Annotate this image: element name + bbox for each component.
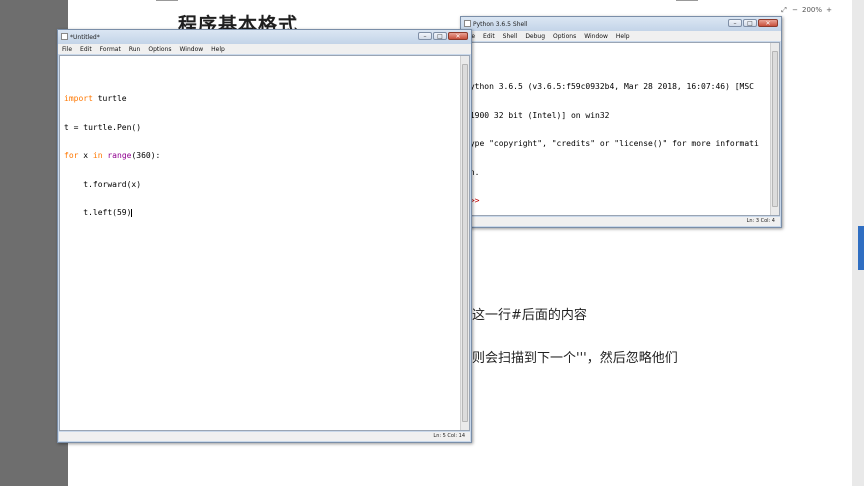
menu-debug[interactable]: Debug bbox=[525, 33, 545, 40]
shell-titlebar[interactable]: Python 3.6.5 Shell – □ ✕ bbox=[461, 17, 781, 31]
menu-format[interactable]: Format bbox=[100, 46, 121, 53]
editor-statusbar: Ln: 5 Col: 14 bbox=[59, 432, 470, 441]
menu-help[interactable]: Help bbox=[616, 33, 630, 40]
code-line: t = turtle.Pen() bbox=[64, 123, 469, 133]
close-button[interactable]: ✕ bbox=[448, 32, 468, 40]
shell-line: Python 3.6.5 (v3.6.5:f59c0932b4, Mar 28 … bbox=[465, 82, 754, 91]
shell-scrollbar[interactable] bbox=[770, 43, 779, 215]
menu-edit[interactable]: Edit bbox=[80, 46, 92, 53]
keyword: for bbox=[64, 151, 79, 160]
code-line: for x in range(360): bbox=[64, 151, 469, 161]
editor-scrollbar[interactable] bbox=[460, 56, 469, 430]
code-text: turtle bbox=[92, 94, 127, 103]
page-corner-marker bbox=[676, 0, 698, 1]
shell-prompt: >>> bbox=[465, 196, 485, 205]
editor-window: *Untitled* – □ ✕ File Edit Format Run Op… bbox=[57, 29, 472, 443]
shell-statusbar: Ln: 3 Col: 4 bbox=[462, 217, 780, 226]
editor-title: *Untitled* bbox=[70, 33, 100, 41]
keyword: in bbox=[92, 151, 103, 160]
builtin: range bbox=[102, 151, 132, 160]
shell-title: Python 3.6.5 Shell bbox=[473, 20, 528, 28]
page-corner-marker bbox=[156, 0, 178, 1]
code-line: t.left(59) bbox=[64, 208, 469, 218]
code-text: t.forward(x) bbox=[64, 179, 142, 189]
code-text: t = turtle.Pen() bbox=[64, 122, 142, 132]
menu-options[interactable]: Options bbox=[148, 46, 171, 53]
keyword: import bbox=[64, 94, 93, 103]
minimize-button[interactable]: – bbox=[728, 19, 742, 27]
maximize-button[interactable]: □ bbox=[743, 19, 757, 27]
menu-file[interactable]: File bbox=[62, 46, 72, 53]
code-editor[interactable]: import turtle t = turtle.Pen() for x in … bbox=[59, 55, 470, 431]
shell-window: Python 3.6.5 Shell – □ ✕ File Edit Shell… bbox=[460, 16, 782, 228]
zoom-level: 200% bbox=[802, 6, 823, 14]
document-line-docstring: 则会扫描到下一个'''，然后忽略他们 bbox=[472, 351, 678, 366]
menu-help[interactable]: Help bbox=[211, 46, 225, 53]
shell-line: on. bbox=[465, 167, 480, 177]
zoom-in-button[interactable]: + bbox=[825, 6, 833, 14]
menu-options[interactable]: Options bbox=[553, 33, 576, 40]
shell-line: Type "copyright", "credits" or "license(… bbox=[465, 139, 759, 148]
shell-menubar: File Edit Shell Debug Options Window Hel… bbox=[461, 31, 781, 41]
code-text: (360): bbox=[131, 151, 161, 160]
menu-shell[interactable]: Shell bbox=[503, 33, 518, 40]
code-line: import turtle bbox=[64, 94, 469, 104]
menu-window[interactable]: Window bbox=[584, 33, 608, 40]
editor-scroll-thumb[interactable] bbox=[462, 64, 468, 422]
menu-window[interactable]: Window bbox=[180, 46, 204, 53]
zoom-toolbar: ⤢ − 200% + bbox=[780, 4, 833, 16]
python-shell-icon bbox=[464, 20, 471, 27]
close-button[interactable]: ✕ bbox=[758, 19, 778, 27]
zoom-out-button[interactable]: − bbox=[791, 6, 799, 14]
fit-icon[interactable]: ⤢ bbox=[780, 6, 788, 15]
text-cursor bbox=[131, 208, 133, 217]
editor-menubar: File Edit Format Run Options Window Help bbox=[58, 44, 471, 54]
shell-line: 1900 32 bit (Intel)] on win32 bbox=[465, 110, 610, 120]
document-line-comment: 这一行#后面的内容 bbox=[472, 308, 587, 323]
code-text: t.left(59) bbox=[64, 208, 132, 217]
minimize-button[interactable]: – bbox=[418, 32, 432, 40]
menu-edit[interactable]: Edit bbox=[483, 33, 495, 40]
python-file-icon bbox=[61, 33, 68, 40]
editor-titlebar[interactable]: *Untitled* – □ ✕ bbox=[58, 30, 471, 44]
maximize-button[interactable]: □ bbox=[433, 32, 447, 40]
menu-run[interactable]: Run bbox=[129, 46, 141, 53]
shell-scroll-thumb[interactable] bbox=[772, 51, 778, 207]
code-text: x bbox=[78, 151, 93, 160]
code-line: t.forward(x) bbox=[64, 180, 469, 190]
side-panel-tab[interactable] bbox=[858, 226, 864, 270]
shell-output[interactable]: Python 3.6.5 (v3.6.5:f59c0932b4, Mar 28 … bbox=[462, 42, 780, 216]
